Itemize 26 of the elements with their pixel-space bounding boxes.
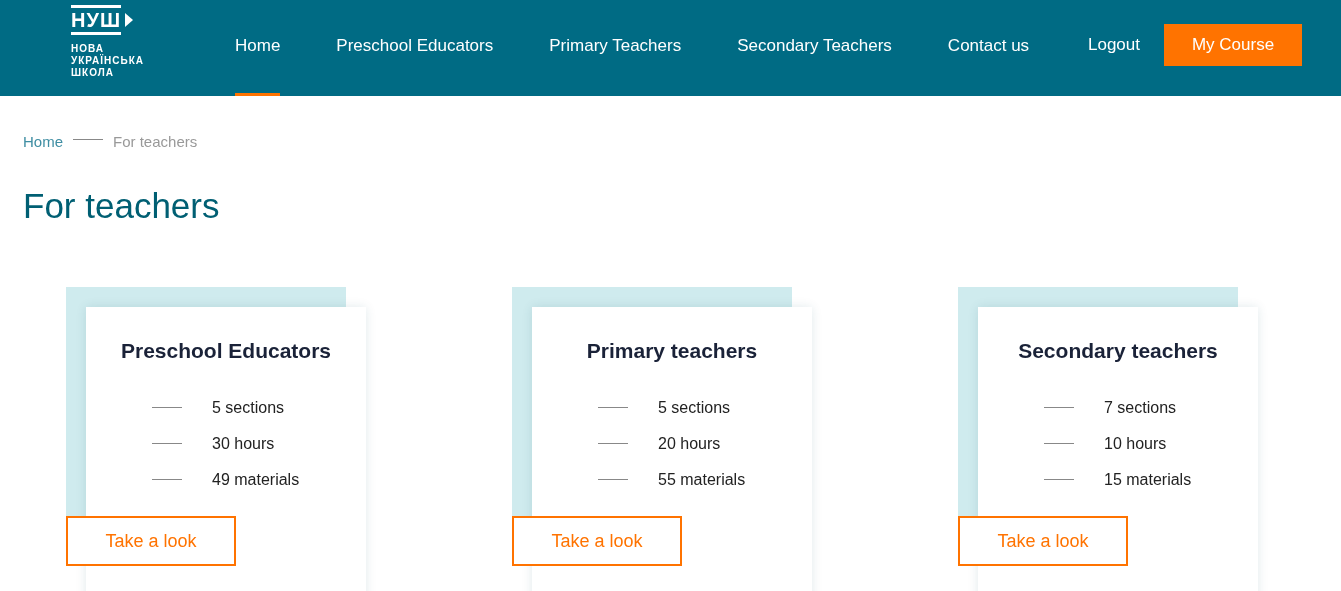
stat-text: 55 materials [658, 469, 746, 490]
logout-link[interactable]: Logout [1088, 32, 1140, 58]
stat-text: 15 materials [1104, 469, 1192, 490]
logo-text: УКРАЇНСЬКА [71, 55, 146, 67]
stat-text: 5 sections [658, 397, 731, 418]
nav-link[interactable]: Home [235, 0, 281, 96]
stat-text: 49 materials [212, 469, 300, 490]
breadcrumb-link[interactable]: Home [23, 130, 63, 154]
stat-text: 5 sections [212, 397, 285, 418]
logo-text: НОВА [71, 43, 105, 54]
nav-link[interactable]: Preschool Educators [336, 0, 494, 96]
card-title: Secondary teachers [1018, 338, 1218, 364]
logo-mark: НУШ [71, 9, 121, 31]
nav-link[interactable]: Primary Teachers [549, 0, 682, 96]
nav-link[interactable]: Secondary Teachers [737, 0, 892, 96]
play-icon [125, 13, 133, 27]
logo-text: ШКОЛА [71, 67, 115, 79]
breadcrumb-current: For teachers [113, 131, 198, 152]
nav-link[interactable]: Contact us [947, 0, 1030, 96]
card-title: Preschool Educators [120, 338, 332, 364]
card-title: Primary teachers [586, 338, 758, 364]
stat-text: 7 sections [1104, 397, 1177, 418]
page-heading: For teachers [22, 185, 221, 227]
stat-text: 30 hours [212, 433, 275, 454]
stat-text: 10 hours [1104, 433, 1167, 454]
stat-text: 20 hours [658, 433, 721, 454]
